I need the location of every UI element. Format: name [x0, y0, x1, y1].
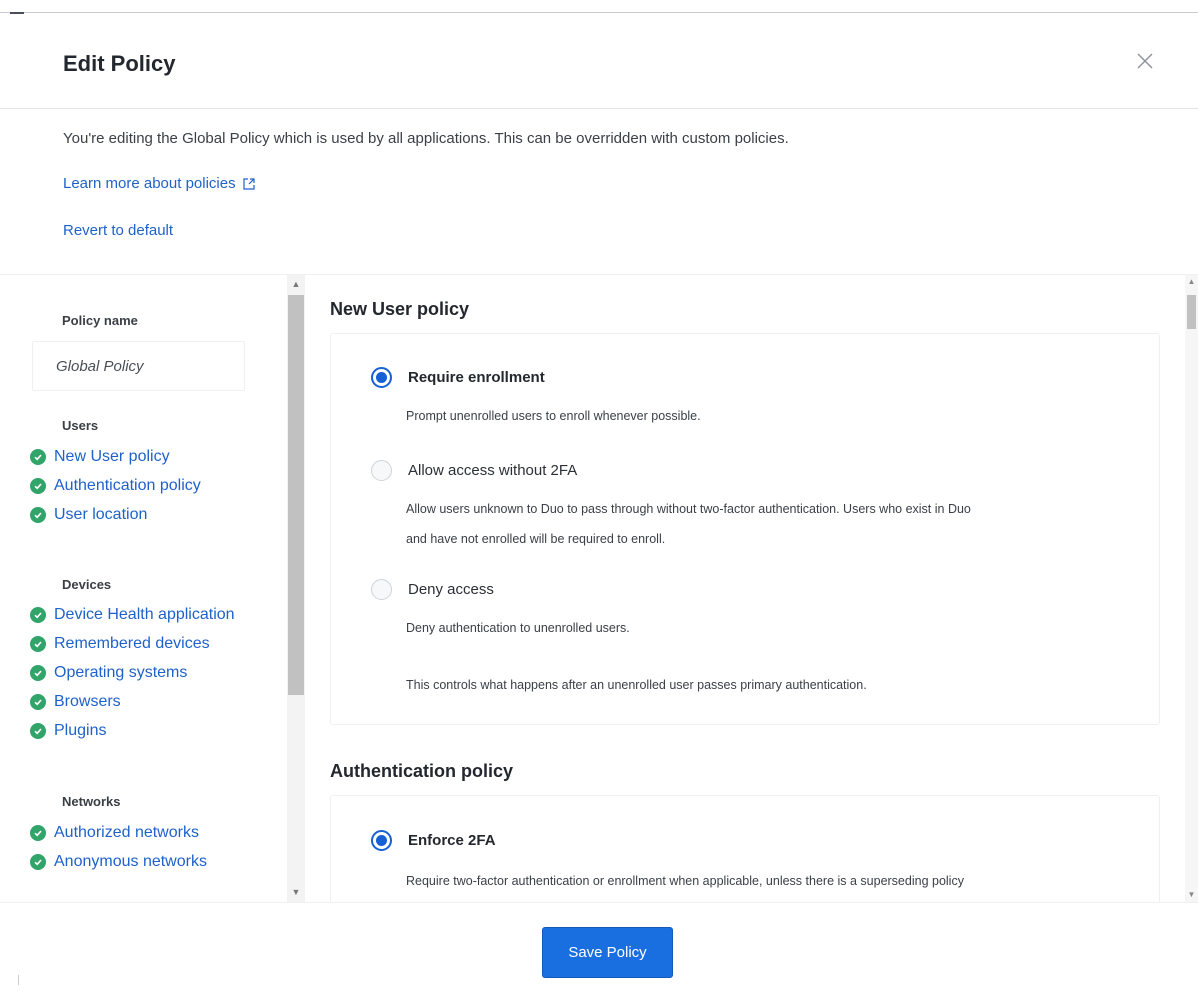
new-user-policy-card: Require enrollment Prompt unenrolled use… — [330, 333, 1160, 725]
scroll-down-icon[interactable]: ▼ — [291, 887, 301, 897]
deny-access-desc: Deny authentication to unenrolled users. — [406, 621, 630, 635]
policy-name-label: Policy name — [62, 313, 138, 328]
check-circle-icon — [30, 636, 46, 652]
enforce-2fa-desc: Require two-factor authentication or enr… — [406, 874, 964, 888]
new-user-policy-footnote: This controls what happens after an unen… — [406, 678, 867, 692]
radio-unselected-icon[interactable] — [371, 460, 392, 481]
main-scrollbar[interactable]: ▲ ▼ — [1185, 275, 1198, 903]
allow-access-desc-line2: and have not enrolled will be required t… — [406, 532, 666, 546]
radio-enforce-2fa[interactable]: Enforce 2FA — [371, 830, 496, 851]
users-section-label: Users — [62, 418, 99, 433]
dialog-header: Edit Policy — [0, 13, 1198, 109]
check-circle-icon — [30, 478, 46, 494]
networks-section-label: Networks — [62, 794, 121, 809]
check-circle-icon — [30, 723, 46, 739]
policy-body: Policy name Global Policy Users New User… — [0, 274, 1198, 903]
scroll-down-icon[interactable]: ▼ — [1187, 890, 1196, 899]
sidebar-item-authentication-policy[interactable]: Authentication policy — [30, 477, 201, 495]
sidebar-item-authorized-networks[interactable]: Authorized networks — [30, 824, 199, 842]
check-circle-icon — [30, 665, 46, 681]
sidebar-item-device-health[interactable]: Device Health application — [30, 606, 235, 624]
revert-to-default-link[interactable]: Revert to default — [63, 222, 173, 239]
require-enrollment-desc: Prompt unenrolled users to enroll whenev… — [406, 409, 701, 423]
policy-sidebar: Policy name Global Policy Users New User… — [10, 275, 287, 903]
check-circle-icon — [30, 854, 46, 870]
check-circle-icon — [30, 607, 46, 623]
check-circle-icon — [30, 449, 46, 465]
close-icon — [1137, 53, 1153, 69]
check-circle-icon — [30, 825, 46, 841]
check-circle-icon — [30, 694, 46, 710]
learn-more-link[interactable]: Learn more about policies — [63, 175, 256, 192]
radio-selected-icon[interactable] — [371, 830, 392, 851]
radio-deny-access[interactable]: Deny access — [371, 579, 494, 600]
sidebar-item-operating-systems[interactable]: Operating systems — [30, 664, 187, 682]
authentication-policy-title: Authentication policy — [330, 761, 514, 781]
radio-allow-access-without-2fa[interactable]: Allow access without 2FA — [371, 460, 577, 481]
external-link-icon — [243, 177, 255, 190]
sidebar-item-browsers[interactable]: Browsers — [30, 693, 121, 711]
sidebar-scroll-thumb[interactable] — [288, 295, 304, 695]
intro-text: You're editing the Global Policy which i… — [63, 130, 789, 147]
radio-require-enrollment[interactable]: Require enrollment — [371, 367, 545, 388]
learn-more-label: Learn more about policies — [63, 175, 236, 192]
bottom-edge-mark — [18, 975, 28, 985]
authentication-policy-card: Enforce 2FA Require two-factor authentic… — [330, 795, 1160, 903]
sidebar-scrollbar[interactable]: ▲ ▼ — [287, 275, 305, 903]
check-circle-icon — [30, 507, 46, 523]
main-scroll-thumb[interactable] — [1187, 295, 1196, 329]
sidebar-item-plugins[interactable]: Plugins — [30, 722, 106, 740]
scroll-up-icon[interactable]: ▲ — [291, 279, 301, 289]
radio-selected-icon[interactable] — [371, 367, 392, 388]
radio-unselected-icon[interactable] — [371, 579, 392, 600]
policy-settings-panel: New User policy Require enrollment Promp… — [305, 275, 1185, 903]
sidebar-item-anonymous-networks[interactable]: Anonymous networks — [30, 853, 207, 871]
sidebar-item-new-user-policy[interactable]: New User policy — [30, 448, 170, 466]
sidebar-item-user-location[interactable]: User location — [30, 506, 147, 524]
policy-name-value: Global Policy — [56, 358, 144, 375]
devices-section-label: Devices — [62, 577, 112, 592]
sidebar-item-remembered-devices[interactable]: Remembered devices — [30, 635, 210, 653]
new-user-policy-title: New User policy — [330, 299, 470, 319]
policy-name-field: Global Policy — [32, 341, 245, 391]
dialog-title: Edit Policy — [63, 51, 176, 76]
scroll-up-icon[interactable]: ▲ — [1187, 277, 1196, 286]
close-button[interactable] — [1133, 49, 1157, 73]
save-policy-button[interactable]: Save Policy — [542, 927, 673, 978]
allow-access-desc-line1: Allow users unknown to Duo to pass throu… — [406, 502, 971, 516]
dialog-footer: Save Policy — [0, 902, 1198, 992]
